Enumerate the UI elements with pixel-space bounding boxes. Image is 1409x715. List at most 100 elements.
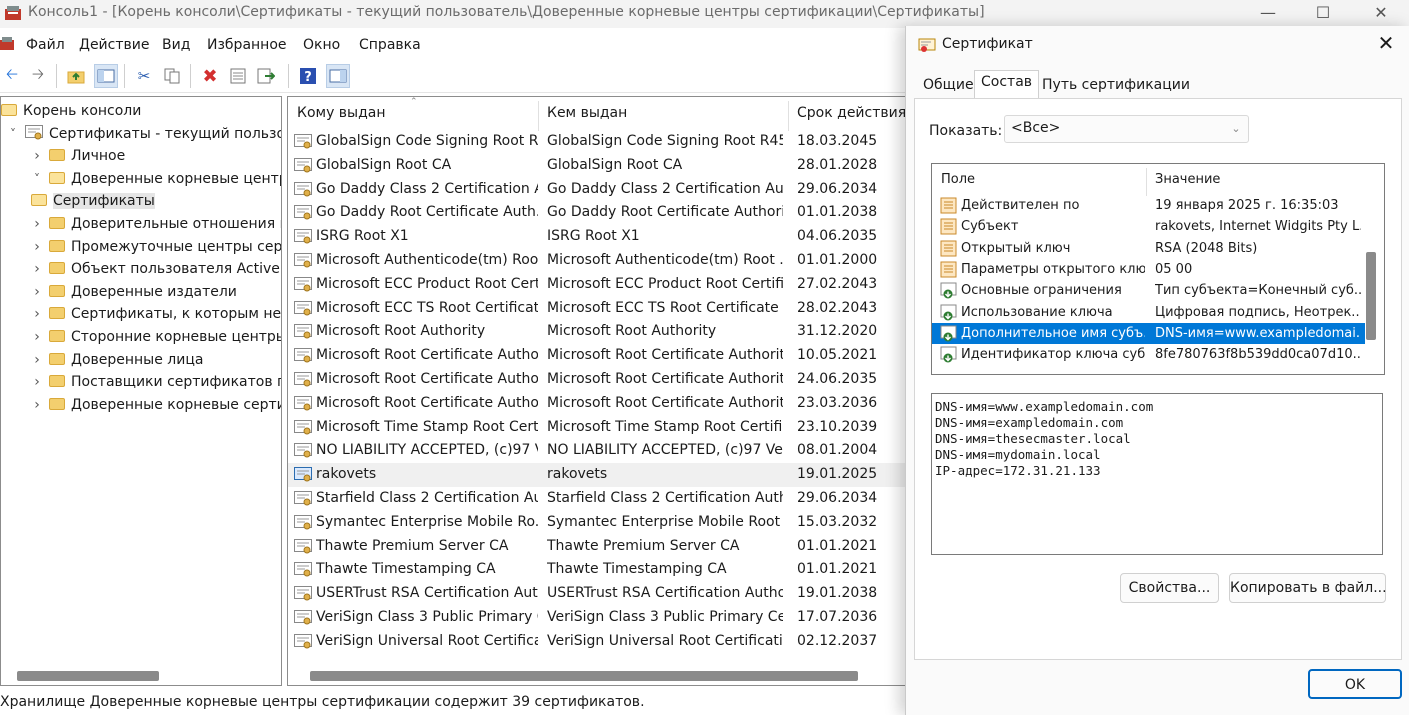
table-row[interactable]: Thawte Premium Server CA Thawte Premium S… xyxy=(288,535,906,559)
field-row[interactable]: Дополнительное имя субъ... DNS-имя=www.ex… xyxy=(932,322,1365,345)
forward-arrow-icon[interactable]: 🡢 xyxy=(26,64,50,88)
field-row[interactable]: Основные ограничения Тип субъекта=Конечны… xyxy=(932,280,1365,301)
list-horizontal-scrollbar[interactable] xyxy=(310,671,858,681)
table-row[interactable]: USERTrust RSA Certification Auth... USERT… xyxy=(288,582,906,606)
tree-item[interactable]: › Сертификаты, к которым нет до xyxy=(1,303,281,326)
tree-item[interactable]: ˅ Доверенные корневые центры xyxy=(1,168,281,191)
field-row[interactable]: Параметры открытого клю... 05 00 xyxy=(932,259,1365,280)
chevron-right-icon[interactable]: › xyxy=(31,258,43,280)
show-dropdown[interactable]: <Все> ⌄ xyxy=(1004,115,1249,143)
doc-icon xyxy=(940,261,957,278)
table-row[interactable]: VeriSign Class 3 Public Primary C... Veri… xyxy=(288,606,906,630)
column-header-issued-by[interactable]: Кем выдан xyxy=(547,105,627,121)
tab-details[interactable]: Состав xyxy=(974,70,1040,98)
properties-icon[interactable] xyxy=(226,64,250,88)
table-row[interactable]: VeriSign Universal Root Certifica... Veri… xyxy=(288,630,906,654)
field-row[interactable]: Действителен по 19 января 2025 г. 16:35:0… xyxy=(932,195,1365,216)
tree-item[interactable]: › Сторонние корневые центры с xyxy=(1,326,281,349)
delete-icon[interactable]: ✖ xyxy=(198,64,222,88)
action-pane-icon[interactable] xyxy=(326,64,350,88)
back-arrow-icon[interactable]: 🡠 xyxy=(0,64,24,88)
table-row[interactable]: Symantec Enterprise Mobile Ro... Symantec… xyxy=(288,511,906,535)
field-value-detail[interactable]: DNS-имя=www.exampledomain.com DNS-имя=ex… xyxy=(931,393,1383,555)
cut-icon[interactable]: ✂ xyxy=(132,64,156,88)
help-icon[interactable]: ? xyxy=(296,64,320,88)
table-row[interactable]: rakovets rakovets 19.01.2025 xyxy=(288,463,906,487)
chevron-right-icon[interactable]: › xyxy=(31,303,43,325)
column-header-expiration[interactable]: Срок действия xyxy=(797,105,906,121)
menu-action[interactable]: Действие xyxy=(79,37,149,53)
chevron-down-icon[interactable]: ˅ xyxy=(31,168,43,190)
tree-item[interactable]: › Поставщики сертификатов про xyxy=(1,371,281,394)
ok-button[interactable]: OK xyxy=(1308,669,1402,699)
table-row[interactable]: Starfield Class 2 Certification Aut... St… xyxy=(288,487,906,511)
tree-item[interactable]: › Доверенные издатели xyxy=(1,281,281,304)
tab-general[interactable]: Общие xyxy=(917,74,980,98)
table-row[interactable]: Microsoft Root Certificate Autho... Micro… xyxy=(288,368,906,392)
chevron-right-icon[interactable]: › xyxy=(31,394,43,416)
tree-horizontal-scrollbar[interactable] xyxy=(17,671,159,681)
table-row[interactable]: GlobalSign Code Signing Root R... GlobalS… xyxy=(288,130,906,154)
table-row[interactable]: Microsoft Root Certificate Autho... Micro… xyxy=(288,344,906,368)
tree-item[interactable]: › Личное xyxy=(1,145,281,168)
table-row[interactable]: Microsoft Time Stamp Root Cert... Microso… xyxy=(288,416,906,440)
chevron-right-icon[interactable]: › xyxy=(31,349,43,371)
tree-item[interactable]: › Доверенные лица xyxy=(1,349,281,372)
dialog-close-icon[interactable]: ✕ xyxy=(1372,32,1400,56)
cell-issued-by: Microsoft Authenticode(tm) Root ... xyxy=(547,252,783,268)
table-row[interactable]: Microsoft Root Authority Microsoft Root A… xyxy=(288,320,906,344)
copy-to-file-button[interactable]: Копировать в файл... xyxy=(1229,573,1387,603)
console-menu-icon[interactable] xyxy=(0,36,16,52)
show-hide-tree-icon[interactable] xyxy=(94,64,118,88)
chevron-down-icon[interactable]: ˅ xyxy=(7,123,19,145)
certificate-icon xyxy=(294,538,312,554)
table-row[interactable]: NO LIABILITY ACCEPTED, (c)97 Ve... NO LIA… xyxy=(288,439,906,463)
chevron-right-icon[interactable]: › xyxy=(31,281,43,303)
tree-item[interactable]: ˅ Сертификаты - текущий пользоват xyxy=(1,123,281,146)
table-row[interactable]: Microsoft ECC TS Root Certificat... Micro… xyxy=(288,297,906,321)
maximize-button[interactable]: ☐ xyxy=(1300,0,1346,28)
properties-button[interactable]: Свойства... xyxy=(1120,573,1219,603)
field-row[interactable]: Субъект rakovets, Internet Widgits Pty L.… xyxy=(932,216,1365,237)
column-header-value[interactable]: Значение xyxy=(1155,172,1220,187)
menu-view[interactable]: Вид xyxy=(162,37,190,53)
menu-window[interactable]: Окно xyxy=(303,37,340,53)
chevron-right-icon[interactable]: › xyxy=(31,236,43,258)
tree-item[interactable]: › Доверительные отношения в г xyxy=(1,213,281,236)
minimize-button[interactable]: — xyxy=(1245,0,1291,28)
fields-vertical-scrollbar[interactable] xyxy=(1366,252,1376,340)
column-divider[interactable] xyxy=(1146,168,1147,196)
table-row[interactable]: Thawte Timestamping CA Thawte Timestampin… xyxy=(288,558,906,582)
chevron-right-icon[interactable]: › xyxy=(31,371,43,393)
table-row[interactable]: Go Daddy Root Certificate Auth... Go Dadd… xyxy=(288,201,906,225)
tab-certification-path[interactable]: Путь сертификации xyxy=(1036,74,1196,98)
up-folder-icon[interactable] xyxy=(64,64,88,88)
column-divider[interactable] xyxy=(788,101,789,131)
table-row[interactable]: Microsoft Authenticode(tm) Roo... Microso… xyxy=(288,249,906,273)
tree-item[interactable]: Сертификаты xyxy=(1,190,281,213)
field-row[interactable]: Использование ключа Цифровая подпись, Нео… xyxy=(932,302,1365,323)
menu-favorites[interactable]: Избранное xyxy=(207,37,287,53)
copy-icon[interactable] xyxy=(160,64,184,88)
column-header-field[interactable]: Поле xyxy=(941,172,975,187)
field-row[interactable]: Идентификатор ключа суб... 8fe780763f8b53… xyxy=(932,344,1365,365)
column-divider[interactable] xyxy=(538,101,539,131)
column-header-issued-to[interactable]: Кому выдан xyxy=(297,105,386,121)
field-row[interactable]: Открытый ключ RSA (2048 Bits) xyxy=(932,238,1365,259)
tree-item[interactable]: › Промежуточные центры серти xyxy=(1,236,281,259)
table-row[interactable]: ISRG Root X1 ISRG Root X1 04.06.2035 xyxy=(288,225,906,249)
table-row[interactable]: Microsoft Root Certificate Autho... Micro… xyxy=(288,392,906,416)
chevron-right-icon[interactable]: › xyxy=(31,326,43,348)
menu-help[interactable]: Справка xyxy=(359,37,421,53)
chevron-right-icon[interactable]: › xyxy=(31,145,43,167)
tree-item[interactable]: › Доверенные корневые сертиф xyxy=(1,394,281,417)
tree-item[interactable]: › Объект пользователя Active Dir xyxy=(1,258,281,281)
table-row[interactable]: Go Daddy Class 2 Certification A... Go Da… xyxy=(288,178,906,202)
chevron-right-icon[interactable]: › xyxy=(31,213,43,235)
table-row[interactable]: Microsoft ECC Product Root Cert... Micros… xyxy=(288,273,906,297)
tree-item[interactable]: Корень консоли xyxy=(1,100,281,123)
table-row[interactable]: GlobalSign Root CA GlobalSign Root CA 28.0… xyxy=(288,154,906,178)
menu-file[interactable]: Файл xyxy=(26,37,65,53)
close-window-button[interactable]: ✕ xyxy=(1358,0,1404,28)
export-list-icon[interactable] xyxy=(254,64,278,88)
